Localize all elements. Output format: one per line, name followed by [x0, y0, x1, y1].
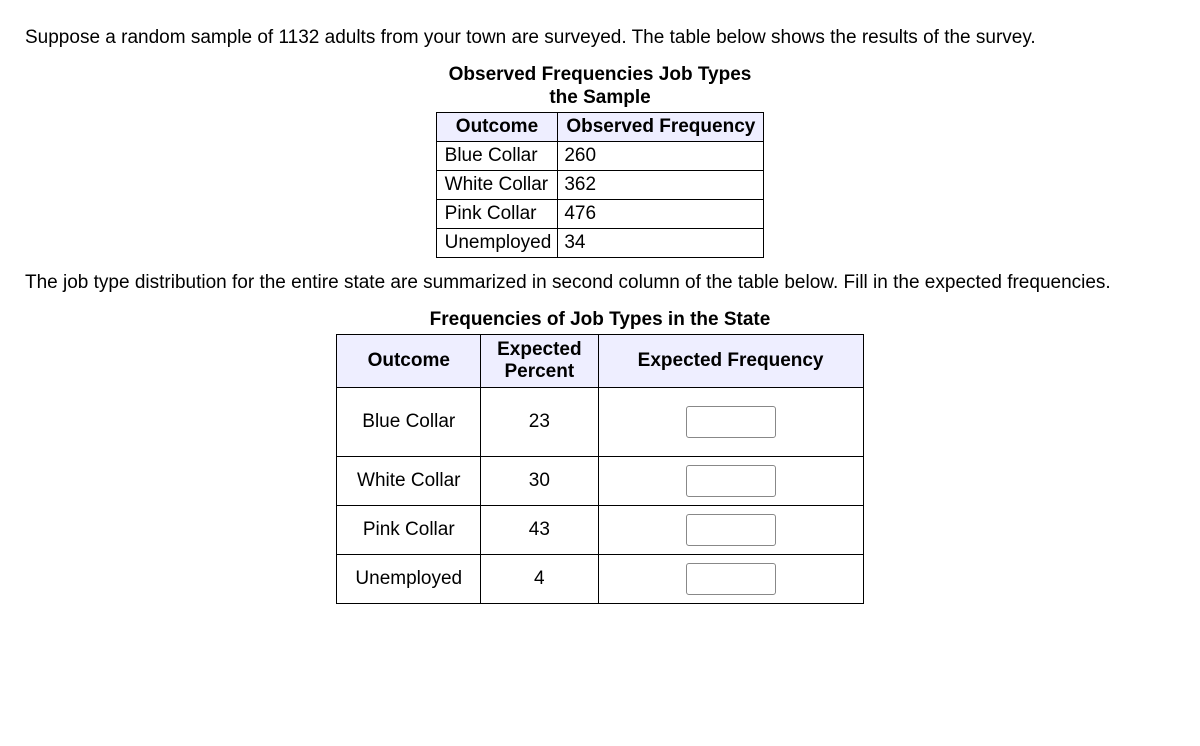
table2-caption: Frequencies of Job Types in the State: [25, 308, 1175, 332]
expected-frequency-input[interactable]: [686, 406, 776, 438]
table1-caption: Observed Frequencies Job Types the Sampl…: [25, 63, 1175, 111]
observed-cell: 362: [558, 171, 764, 200]
outcome-cell: White Collar: [337, 456, 481, 505]
table-row: Pink Collar 43: [337, 505, 863, 554]
expected-frequency-input[interactable]: [686, 514, 776, 546]
percent-cell: 43: [481, 505, 598, 554]
table-row: Blue Collar 260: [436, 142, 764, 171]
table-header-row: Outcome Observed Frequency: [436, 113, 764, 142]
observed-cell: 34: [558, 229, 764, 258]
frequency-cell: [598, 505, 863, 554]
header-expected-frequency: Expected Frequency: [598, 334, 863, 387]
intro-paragraph: Suppose a random sample of 1132 adults f…: [25, 25, 1175, 51]
header-outcome: Outcome: [337, 334, 481, 387]
observed-frequency-table: Outcome Observed Frequency Blue Collar 2…: [436, 112, 765, 258]
frequency-cell: [598, 456, 863, 505]
percent-cell: 23: [481, 387, 598, 456]
outcome-cell: Blue Collar: [337, 387, 481, 456]
percent-cell: 30: [481, 456, 598, 505]
outcome-cell: Blue Collar: [436, 142, 558, 171]
outcome-cell: White Collar: [436, 171, 558, 200]
header-expected-percent: Expected Percent: [481, 334, 598, 387]
table1-caption-line2: the Sample: [549, 87, 650, 108]
expected-frequency-table: Outcome Expected Percent Expected Freque…: [336, 334, 863, 604]
outcome-cell: Unemployed: [436, 229, 558, 258]
expected-frequency-input[interactable]: [686, 465, 776, 497]
frequency-cell: [598, 387, 863, 456]
percent-cell: 4: [481, 554, 598, 603]
table-row: Unemployed 4: [337, 554, 863, 603]
table-row: Blue Collar 23: [337, 387, 863, 456]
table-row: White Collar 362: [436, 171, 764, 200]
outcome-cell: Pink Collar: [337, 505, 481, 554]
header-line: Expected: [497, 339, 581, 360]
header-line: Percent: [504, 361, 574, 382]
observed-cell: 476: [558, 200, 764, 229]
header-outcome: Outcome: [436, 113, 558, 142]
table-row: White Collar 30: [337, 456, 863, 505]
mid-paragraph: The job type distribution for the entire…: [25, 270, 1175, 296]
table-row: Unemployed 34: [436, 229, 764, 258]
outcome-cell: Pink Collar: [436, 200, 558, 229]
outcome-cell: Unemployed: [337, 554, 481, 603]
frequency-cell: [598, 554, 863, 603]
table1-caption-line1: Observed Frequencies Job Types: [449, 64, 752, 85]
expected-frequency-input[interactable]: [686, 563, 776, 595]
header-observed-frequency: Observed Frequency: [558, 113, 764, 142]
observed-cell: 260: [558, 142, 764, 171]
table-row: Pink Collar 476: [436, 200, 764, 229]
table-header-row: Outcome Expected Percent Expected Freque…: [337, 334, 863, 387]
